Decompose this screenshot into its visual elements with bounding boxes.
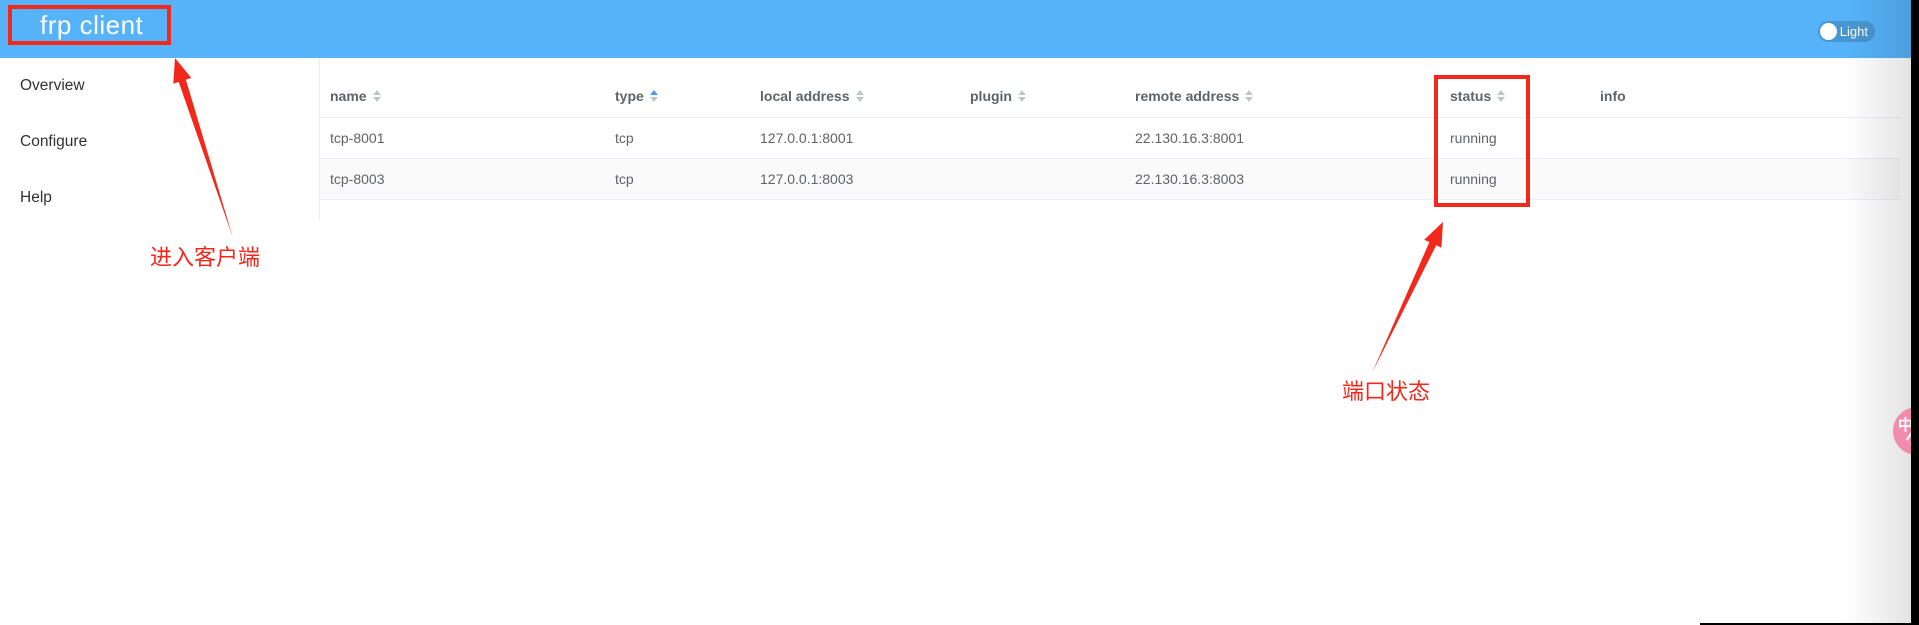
sidebar-item-label: Help bbox=[20, 189, 52, 206]
column-header-label: name bbox=[330, 88, 367, 104]
column-header-label: info bbox=[1600, 88, 1626, 104]
cell-remote-address: 22.130.16.3:8003 bbox=[1125, 159, 1440, 199]
sort-caret-icon bbox=[1018, 86, 1026, 106]
column-header-status[interactable]: status bbox=[1440, 75, 1590, 117]
column-header-label: status bbox=[1450, 88, 1491, 104]
cell-local-address: 127.0.0.1:8001 bbox=[750, 118, 960, 158]
column-header-plugin[interactable]: plugin bbox=[960, 75, 1125, 117]
cell-status: running bbox=[1440, 118, 1590, 158]
cell-plugin bbox=[960, 159, 1125, 199]
theme-toggle-knob-icon bbox=[1820, 23, 1837, 40]
sidebar-item-configure[interactable]: Configure bbox=[0, 114, 319, 170]
sidebar-item-help[interactable]: Help bbox=[0, 170, 319, 226]
column-header-label: plugin bbox=[970, 88, 1012, 104]
cell-type: tcp bbox=[605, 118, 750, 158]
app-title: frp client bbox=[40, 8, 143, 42]
cell-name: tcp-8001 bbox=[320, 118, 605, 158]
sort-caret-icon bbox=[856, 86, 864, 106]
cell-status: running bbox=[1440, 159, 1590, 199]
column-header-label: local address bbox=[760, 88, 850, 104]
table-row: tcp-8003 tcp 127.0.0.1:8003 22.130.16.3:… bbox=[320, 159, 1900, 200]
column-header-local-address[interactable]: local address bbox=[750, 75, 960, 117]
cell-name: tcp-8003 bbox=[320, 159, 605, 199]
sidebar-item-label: Overview bbox=[20, 77, 85, 94]
table-header-row: name type local address plugin remote ad… bbox=[320, 75, 1900, 118]
frp-client-page: frp client Light Overview Configure Help… bbox=[0, 0, 1919, 625]
sidebar: Overview Configure Help bbox=[0, 58, 319, 625]
theme-toggle-label: Light bbox=[1840, 21, 1868, 42]
sort-caret-icon bbox=[1497, 86, 1505, 106]
annotation-port-status: 端口状态 bbox=[1342, 374, 1430, 406]
proxies-table: name type local address plugin remote ad… bbox=[320, 75, 1900, 200]
cell-local-address: 127.0.0.1:8003 bbox=[750, 159, 960, 199]
column-header-remote-address[interactable]: remote address bbox=[1125, 75, 1440, 117]
sort-caret-icon bbox=[650, 86, 658, 106]
arrow-to-status-icon bbox=[1372, 222, 1443, 373]
sort-caret-icon bbox=[373, 86, 381, 106]
sort-caret-icon bbox=[1245, 86, 1253, 106]
sidebar-item-label: Configure bbox=[20, 133, 87, 150]
sidebar-item-overview[interactable]: Overview bbox=[0, 58, 319, 114]
cell-info bbox=[1590, 118, 1900, 158]
screen-right-border bbox=[1911, 0, 1919, 625]
column-header-type[interactable]: type bbox=[605, 75, 750, 117]
cell-info bbox=[1590, 159, 1900, 199]
column-header-label: remote address bbox=[1135, 88, 1239, 104]
table-row: tcp-8001 tcp 127.0.0.1:8001 22.130.16.3:… bbox=[320, 118, 1900, 159]
column-header-name[interactable]: name bbox=[320, 75, 605, 117]
theme-toggle[interactable]: Light bbox=[1818, 21, 1875, 42]
cell-type: tcp bbox=[605, 159, 750, 199]
cell-remote-address: 22.130.16.3:8001 bbox=[1125, 118, 1440, 158]
column-header-label: type bbox=[615, 88, 644, 104]
cell-plugin bbox=[960, 118, 1125, 158]
app-header: frp client Light bbox=[0, 0, 1919, 58]
column-header-info: info bbox=[1590, 75, 1900, 117]
